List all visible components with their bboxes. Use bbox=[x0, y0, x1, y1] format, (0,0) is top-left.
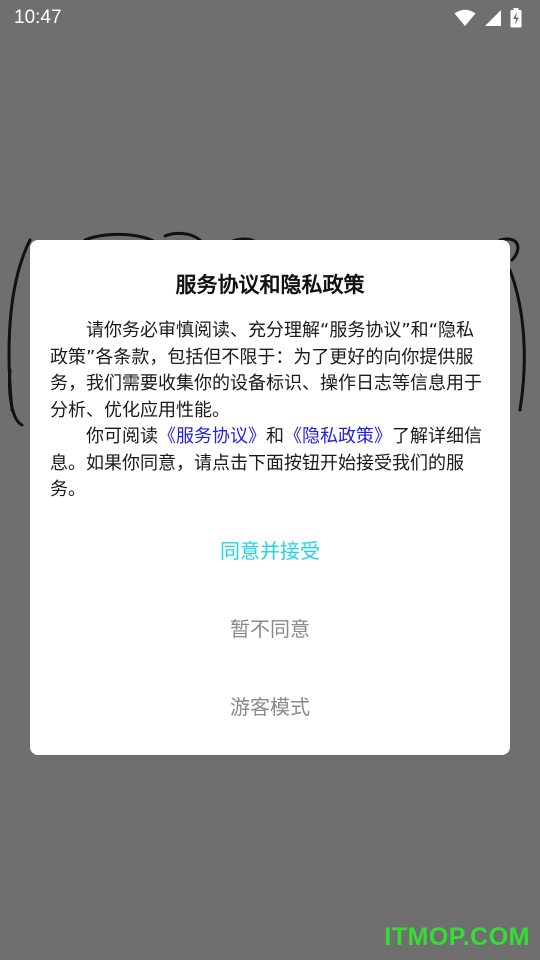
dialog-body: 请你务必审慎阅读、充分理解“服务协议”和“隐私政策”各条款，包括但不限于：为了更… bbox=[50, 318, 490, 504]
signal-icon bbox=[484, 9, 502, 27]
guest-mode-button[interactable]: 游客模式 bbox=[30, 666, 510, 744]
paragraph-2-and: 和 bbox=[266, 426, 284, 447]
agree-button[interactable]: 同意并接受 bbox=[30, 510, 510, 588]
dialog-paragraph-2: 你可阅读《服务协议》和《隐私政策》了解详细信息。如果你同意，请点击下面按钮开始接… bbox=[50, 424, 490, 504]
decline-button[interactable]: 暂不同意 bbox=[30, 588, 510, 666]
privacy-dialog: 服务协议和隐私政策 请你务必审慎阅读、充分理解“服务协议”和“隐私政策”各条款，… bbox=[30, 240, 510, 755]
status-time: 10:47 bbox=[14, 7, 62, 28]
watermark: ITMOP.COM bbox=[384, 923, 530, 951]
dialog-actions: 同意并接受 暂不同意 游客模式 bbox=[30, 510, 510, 744]
dialog-title: 服务协议和隐私政策 bbox=[175, 273, 365, 297]
status-icons bbox=[454, 8, 522, 28]
dialog-paragraph-1: 请你务必审慎阅读、充分理解“服务协议”和“隐私政策”各条款，包括但不限于：为了更… bbox=[50, 320, 482, 421]
paragraph-2-prefix: 你可阅读 bbox=[86, 426, 158, 447]
service-agreement-link[interactable]: 《服务协议》 bbox=[158, 426, 266, 447]
status-bar: 10:47 bbox=[0, 0, 540, 36]
wifi-icon bbox=[454, 9, 476, 27]
battery-charging-icon bbox=[510, 8, 522, 28]
privacy-policy-link[interactable]: 《隐私政策》 bbox=[284, 426, 392, 447]
